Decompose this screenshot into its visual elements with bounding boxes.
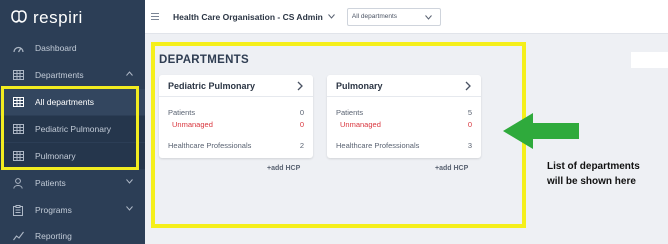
add-hcp-link[interactable]: +add HCP [267,165,300,172]
chevron-down-icon[interactable] [126,206,133,211]
chevron-down-icon[interactable] [126,179,133,184]
department-card-pediatric-pulmonary: Pediatric Pulmonary Patients 0 Unmanaged… [159,75,313,158]
clipboard-icon [11,203,25,217]
chart-line-icon [11,229,25,243]
patients-label: Patients [336,108,364,117]
sidebar-item-patients[interactable]: Patients [0,170,145,196]
chevron-up-icon[interactable] [126,71,133,76]
department-card-pulmonary: Pulmonary Patients 5 Unmanaged 0 Healthc… [327,75,481,158]
building-icon [11,149,25,163]
unmanaged-label: Unmanaged [340,120,381,129]
green-arrow-icon [503,113,579,149]
sidebar-item-label: Departments [35,70,84,80]
user-icon [11,176,25,190]
hcp-label: Healthcare Professionals [168,141,252,150]
sidebar-item-programs[interactable]: Programs [0,197,145,223]
sidebar-item-label: Programs [35,205,72,215]
chevron-down-icon[interactable] [327,14,335,19]
sidebar-item-label: Pediatric Pulmonary [35,124,112,134]
chevron-down-icon [424,14,432,20]
hamburger-menu-icon[interactable] [151,13,159,20]
patients-count: 0 [299,108,304,117]
department-card-header[interactable]: Pediatric Pulmonary [159,75,313,97]
department-card-header[interactable]: Pulmonary [327,75,481,97]
brand-name: respiri [33,8,83,27]
top-bar: Health Care Organisation - CS Admin All … [145,0,668,34]
unmanaged-row: Unmanaged 0 [168,120,304,129]
annotation-line: will be shown here [547,176,636,187]
building-icon [11,122,25,136]
department-name: Pulmonary [336,80,383,91]
hcp-count: 2 [299,141,304,150]
page-title: DEPARTMENTS [159,54,249,66]
respiri-lungs-icon [11,10,27,23]
department-name: Pediatric Pulmonary [168,80,256,91]
building-icon [11,95,25,109]
brand-logo[interactable]: respiri [0,0,145,36]
sidebar-item-all-departments[interactable]: All departments [0,89,145,115]
sidebar-item-departments[interactable]: Departments [0,62,145,88]
patients-label: Patients [168,108,196,117]
patients-row: Patients 0 [168,108,304,117]
sidebar-item-pediatric-pulmonary[interactable]: Pediatric Pulmonary [0,116,145,142]
unmanaged-count: 0 [299,120,304,129]
add-hcp-link[interactable]: +add HCP [435,165,468,172]
hcp-row: Healthcare Professionals 3 [336,141,472,150]
chevron-right-icon[interactable] [297,81,303,91]
header-blank-panel [631,52,668,68]
chevron-right-icon[interactable] [465,81,471,91]
unmanaged-count: 0 [467,120,472,129]
hcp-count: 3 [467,141,472,150]
sidebar-item-label: Dashboard [35,43,77,53]
patients-count: 5 [467,108,472,117]
department-select[interactable]: All departments [346,7,441,26]
department-select-value: All departments [351,13,398,20]
hcp-row: Healthcare Professionals 2 [168,141,304,150]
patients-row: Patients 5 [336,108,472,117]
sidebar-item-label: Reporting [35,231,72,241]
annotation-note: List of departments will be shown here [547,159,665,189]
sidebar-item-reporting[interactable]: Reporting [0,223,145,244]
sidebar-item-pulmonary[interactable]: Pulmonary [0,143,145,169]
unmanaged-label: Unmanaged [172,120,213,129]
sidebar-item-label: Pulmonary [35,151,76,161]
building-icon [11,68,25,82]
sidebar-item-label: All departments [35,97,95,107]
sidebar-item-label: Patients [35,178,66,188]
annotation-line: List of departments [547,161,640,172]
sidebar-item-dashboard[interactable]: Dashboard [0,35,145,61]
organisation-name[interactable]: Health Care Organisation - CS Admin [173,12,323,22]
sidebar: respiri Dashboard Departments All depart… [0,0,145,244]
dashboard-icon [11,41,25,55]
hcp-label: Healthcare Professionals [336,141,420,150]
unmanaged-row: Unmanaged 0 [336,120,472,129]
